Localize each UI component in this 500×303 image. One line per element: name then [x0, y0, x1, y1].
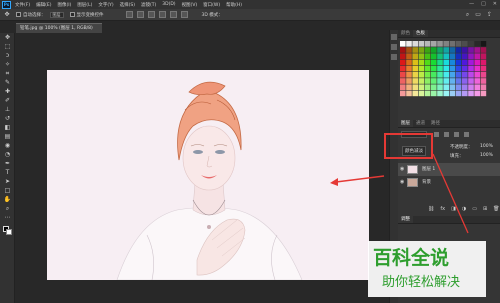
watermark: 百科全说 助你轻松解决 — [368, 241, 486, 297]
watermark-subtitle: 助你轻松解决 — [382, 275, 461, 290]
watermark-title: 百科全说 — [373, 247, 450, 269]
